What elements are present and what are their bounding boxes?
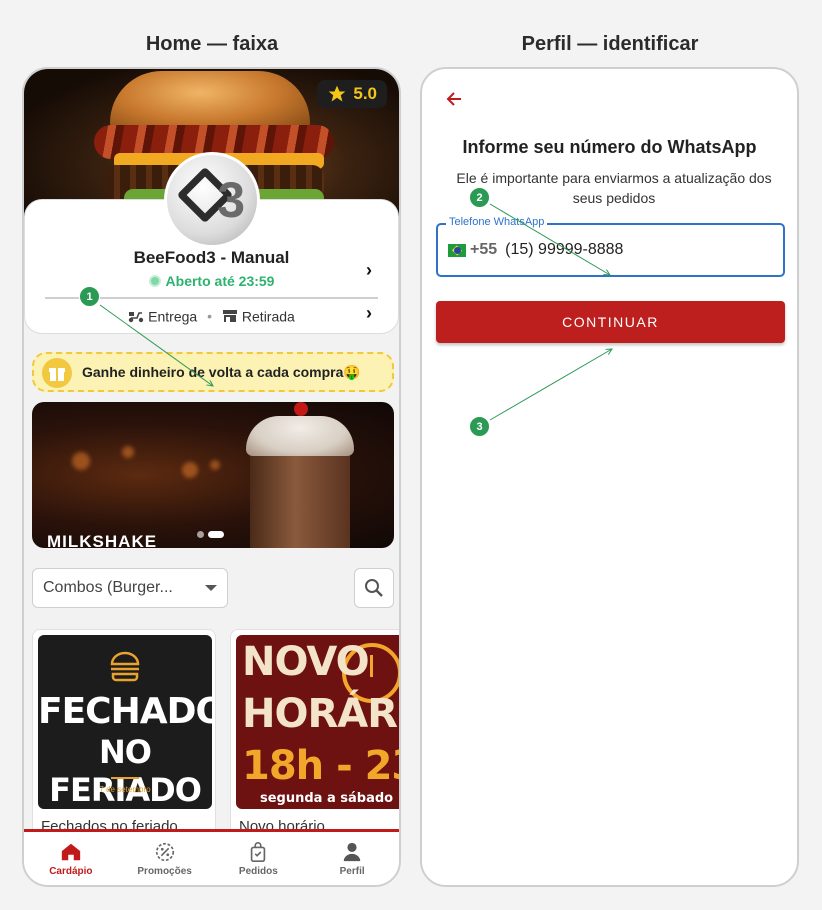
whatsapp-phone-field[interactable]: Telefone WhatsApp +55 (15) 99999-8888	[436, 216, 785, 277]
product-image: NOVO HORÁRIO 18h - 23h segunda a sábado	[236, 635, 399, 809]
cashback-text: Ganhe dinheiro de volta a cada compra🤑	[82, 363, 361, 380]
nav-promocoes[interactable]: Promoções	[125, 841, 205, 877]
scooter-icon	[128, 312, 144, 323]
phone-input-value[interactable]: (15) 99999-8888	[505, 241, 623, 259]
product-card[interactable]: NOVO HORÁRIO 18h - 23h segunda a sábado …	[230, 629, 399, 859]
delivery-label: Entrega	[148, 308, 198, 325]
open-status-text: Aberto até 23:59	[165, 273, 275, 289]
carousel-dot-active[interactable]	[208, 531, 224, 538]
poster-headline-1: FECHADOS	[38, 691, 212, 732]
product-image: FECHADOS NO FERIADO 7 de setembro	[38, 635, 212, 809]
category-select-value: Combos (Burger...	[43, 579, 173, 596]
annotation-badge-2: 2	[469, 187, 490, 208]
poster-headline-1: NOVO	[242, 639, 370, 685]
bottom-navigation: Cardápio Promoções Pedidos Perfil	[24, 829, 399, 885]
annotation-badge-3: 3	[469, 416, 490, 437]
category-select[interactable]: Combos (Burger...	[32, 568, 228, 608]
carousel-dot[interactable]	[197, 531, 204, 538]
rating-value: 5.0	[353, 84, 377, 103]
nav-label: Perfil	[339, 865, 365, 877]
burger-icon	[110, 651, 140, 682]
whatsapp-subtitle: Ele é importante para enviarmos a atuali…	[456, 170, 772, 206]
pickup-label: Retirada	[241, 308, 295, 325]
nav-pedidos[interactable]: Pedidos	[218, 841, 298, 877]
continue-button[interactable]: CONTINUAR	[436, 301, 785, 343]
banner-title: MILKSHAKE	[47, 532, 158, 548]
annotation-badge-1: 1	[79, 286, 100, 307]
carousel-dots[interactable]	[197, 531, 224, 538]
search-button[interactable]	[354, 568, 394, 608]
user-icon	[343, 842, 361, 861]
poster-date: 7 de setembro	[99, 785, 151, 794]
left-column-title: Home — faixa	[145, 33, 279, 55]
poster-hours: 18h - 23h	[242, 743, 399, 789]
nav-label: Promoções	[137, 865, 192, 877]
shopping-bag-icon	[251, 841, 266, 862]
whatsapp-title: Informe seu número do WhatsApp	[462, 137, 757, 157]
mode-separator: •	[207, 308, 213, 325]
promo-banner-carousel[interactable]: MILKSHAKE	[32, 402, 394, 548]
nav-label: Pedidos	[238, 865, 278, 877]
open-status: Aberto até 23:59	[25, 273, 398, 289]
right-column-title: Perfil — identificar	[521, 33, 699, 55]
brazil-flag-icon	[448, 243, 466, 257]
back-arrow-icon[interactable]	[444, 89, 464, 109]
poster-headline-2: HORÁRIO	[242, 691, 399, 737]
dial-code[interactable]: +55	[470, 241, 497, 259]
field-label: Telefone WhatsApp	[446, 216, 548, 228]
nav-perfil[interactable]: Perfil	[312, 841, 392, 877]
nav-label: Cardápio	[49, 865, 93, 877]
search-icon	[365, 579, 383, 597]
poster-headline-2: NO FERIADO	[49, 733, 202, 809]
discount-badge-icon	[155, 842, 174, 861]
star-icon	[329, 85, 346, 102]
store-name: BeeFood3 - Manual	[133, 248, 290, 267]
nav-cardapio[interactable]: Cardápio	[31, 841, 111, 877]
status-dot-icon	[148, 275, 161, 287]
store-details-chevron-icon[interactable]: ›	[366, 260, 372, 281]
home-screen: 5.0 3 BeeFood3 - Manual Aberto até 23:59…	[22, 67, 401, 887]
gift-icon	[42, 358, 72, 388]
store-icon	[222, 310, 237, 323]
rating-badge: 5.0	[317, 80, 387, 108]
chevron-down-icon	[205, 585, 217, 591]
store-logo: 3	[164, 152, 260, 248]
poster-days: segunda a sábado	[260, 791, 394, 806]
product-card[interactable]: FECHADOS NO FERIADO 7 de setembro Fechad…	[32, 629, 216, 859]
cashback-banner[interactable]: Ganhe dinheiro de volta a cada compra🤑	[32, 352, 394, 392]
home-icon	[61, 843, 81, 860]
delivery-mode-row[interactable]: Entrega • Retirada	[25, 307, 398, 324]
delivery-mode-chevron-icon[interactable]: ›	[366, 303, 372, 324]
